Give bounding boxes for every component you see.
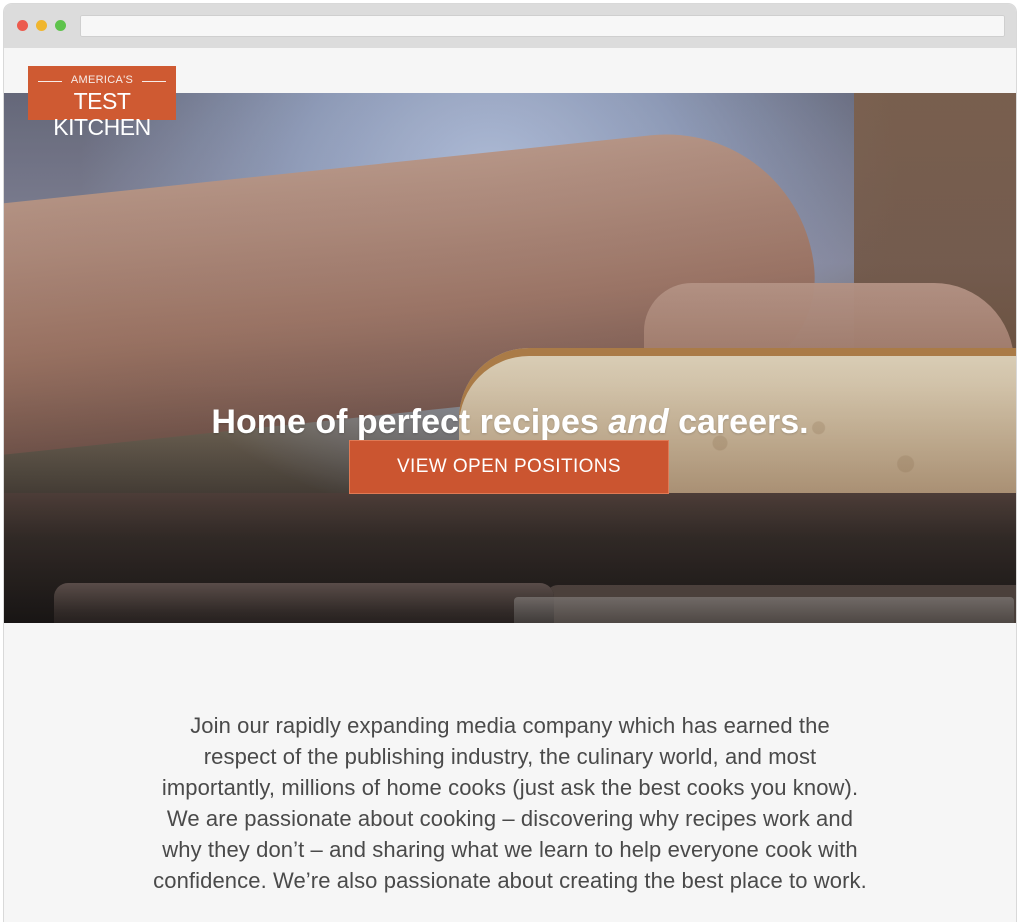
careers-page: AMERICA'S TEST KITCHEN Home of perfect r… — [4, 48, 1016, 922]
hero-overlay — [4, 93, 1016, 623]
browser-chrome — [4, 4, 1016, 48]
logo-top-text: AMERICA'S — [30, 74, 174, 86]
maximize-icon[interactable] — [55, 20, 66, 31]
intro-section: Join our rapidly expanding media company… — [4, 688, 1016, 922]
browser-window: AMERICA'S TEST KITCHEN Home of perfect r… — [4, 4, 1016, 922]
logo-main-text: TEST KITCHEN — [53, 88, 151, 140]
intro-paragraph: Join our rapidly expanding media company… — [153, 713, 867, 893]
hero-title-emphasis: and — [608, 402, 669, 441]
view-open-positions-button[interactable]: VIEW OPEN POSITIONS — [349, 440, 669, 494]
address-bar[interactable] — [80, 15, 1005, 37]
site-logo[interactable]: AMERICA'S TEST KITCHEN — [28, 66, 176, 140]
hero-title-part-3: careers. — [668, 402, 809, 441]
hero-title-part-1: Home of perfect recipes — [211, 402, 609, 441]
hero-title: Home of perfect recipes and careers. — [4, 401, 1016, 443]
hero-banner: Home of perfect recipes and careers. VIE… — [4, 93, 1016, 623]
minimize-icon[interactable] — [36, 20, 47, 31]
close-icon[interactable] — [17, 20, 28, 31]
